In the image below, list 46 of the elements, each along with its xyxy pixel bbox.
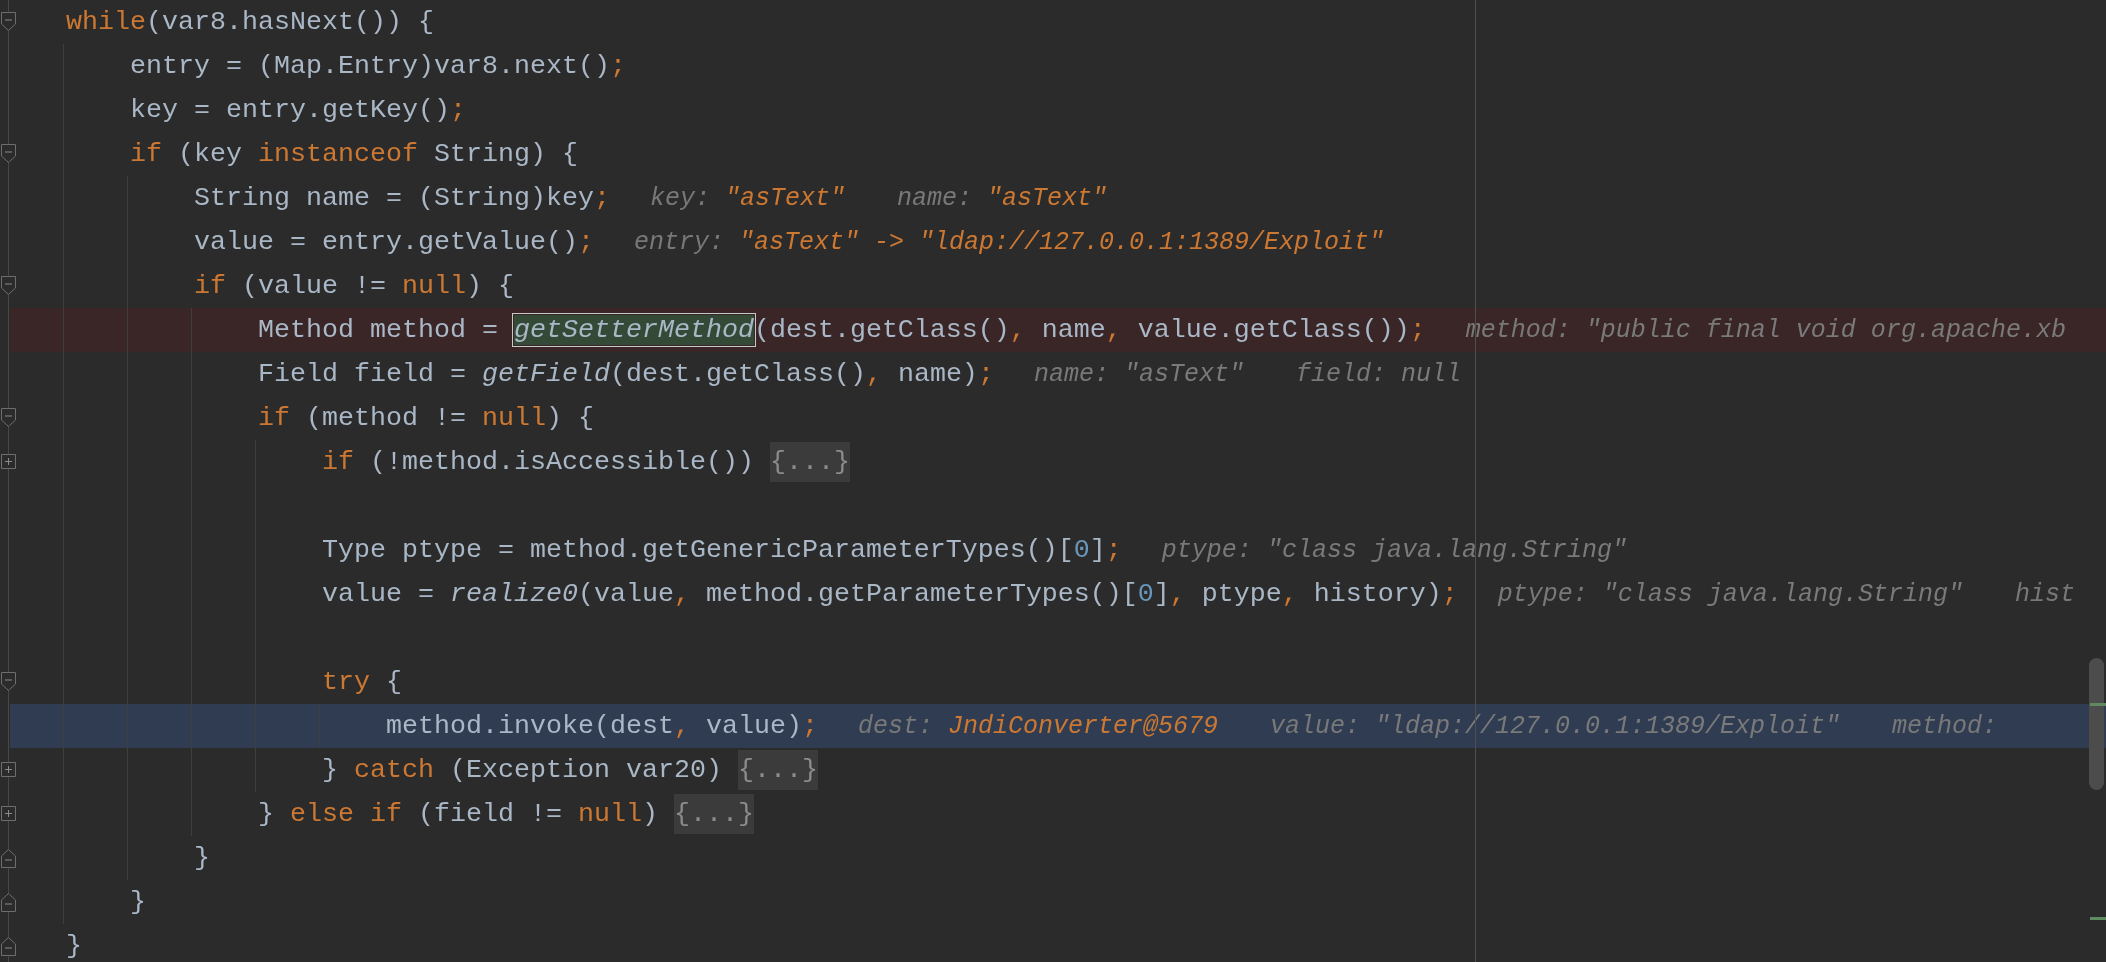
folded-code-button[interactable]: {...} (737, 750, 818, 790)
code-text: entry = (Map.Entry)var8.next(); (130, 51, 626, 81)
inline-value-hint: method: (1892, 711, 1998, 741)
inline-value-hint: ptype: "class java.lang.String" (1161, 535, 1627, 565)
code-text: } catch (Exception var20) (322, 755, 723, 785)
change-marker (2090, 703, 2106, 706)
fold-minus-icon[interactable] (0, 275, 17, 297)
inline-value-hint: entry: "asText" -> "ldap://127.0.0.1:1389/Exploit" (633, 227, 1385, 257)
code-text: if (key instanceof String) { (130, 139, 578, 169)
code-text: } (66, 931, 82, 961)
inline-value-hint: hist (2014, 579, 2075, 609)
inline-value-hint: key: "asText" (649, 183, 845, 213)
code-text: Field field = getField(dest.getClass(), name); (258, 359, 994, 389)
inline-value-hint: ptype: "class java.lang.String" (1497, 579, 1963, 609)
inline-value-hint: dest: JndiConverter@5679 (857, 711, 1218, 741)
fold-end-icon[interactable] (0, 891, 17, 913)
fold-minus-icon[interactable] (0, 11, 17, 33)
fold-minus-icon[interactable] (0, 143, 17, 165)
inline-value-hint: name: "asText" (897, 183, 1108, 213)
code-text: value = realize0(value, method.getParameterTypes()[0], ptype, history); (322, 579, 1458, 609)
code-text: method.invoke(dest, value); (386, 711, 818, 741)
code-text: } (194, 843, 210, 873)
fold-minus-icon[interactable] (0, 407, 17, 429)
code-text: Type ptype = method.getGenericParameterTypes()[0]; (322, 535, 1122, 565)
inline-value-hint: name: "asText" (1033, 359, 1244, 389)
folded-code-button[interactable]: {...} (769, 442, 850, 482)
code-text: } else if (field != null) (258, 799, 659, 829)
inline-value-hint: value: "ldap://127.0.0.1:1389/Exploit" (1270, 711, 1841, 741)
code-text: key = entry.getKey(); (130, 95, 466, 125)
change-marker (2090, 917, 2106, 920)
code-text: if (!method.isAccessible()) (322, 447, 755, 477)
code-text: if (method != null) { (258, 403, 594, 433)
folded-code-button[interactable]: {...} (673, 794, 754, 834)
code-text: } (130, 887, 146, 917)
inline-value-hint: method: "public final void org.apache.xb (1465, 315, 2066, 345)
fold-end-icon[interactable] (0, 847, 17, 869)
inline-value-hint: field: null (1295, 359, 1461, 389)
code-text: while(var8.hasNext()) { (66, 7, 434, 37)
fold-end-icon[interactable] (0, 935, 17, 957)
code-text: if (value != null) { (194, 271, 514, 301)
code-text: Method method = getSetterMethod(dest.getClass(), name, value.getClass()); (258, 315, 1426, 345)
code-text: value = entry.getValue(); (194, 227, 594, 257)
scrollbar-thumb[interactable] (2089, 658, 2104, 790)
fold-minus-icon[interactable] (0, 671, 17, 693)
code-text: String name = (String)key; (194, 183, 610, 213)
code-text: try { (322, 667, 402, 697)
